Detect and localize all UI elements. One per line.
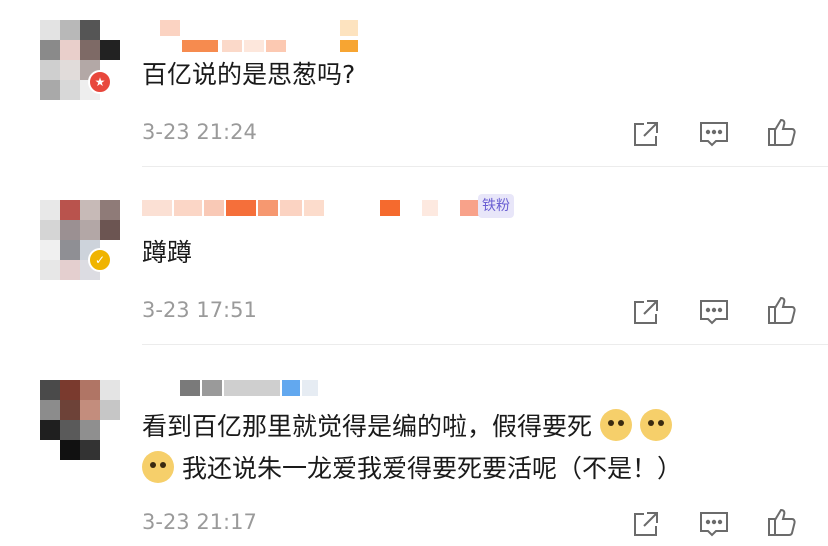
doge-emoji [599, 409, 632, 441]
verified-badge-icon: ✓ [88, 248, 112, 272]
comment-text-line: 看到百亿那里就觉得是编的啦，假得要死 [142, 412, 593, 441]
divider [142, 166, 828, 167]
divider [142, 344, 828, 345]
like-icon [768, 296, 796, 324]
comment-text: 我还说朱一龙爱我爱得要死要活呢（不是！） [142, 450, 682, 488]
reply-button[interactable] [698, 296, 730, 328]
fan-badge: 铁粉 [478, 194, 514, 218]
like-icon [768, 508, 796, 536]
comment-time: 3-23 17:51 [142, 298, 257, 322]
like-button[interactable] [766, 506, 798, 538]
comment-time: 3-23 21:24 [142, 120, 257, 144]
like-icon [768, 118, 796, 146]
share-button[interactable] [630, 508, 662, 540]
like-button[interactable] [766, 116, 798, 148]
username-masked[interactable] [142, 200, 482, 216]
username-masked[interactable] [142, 20, 362, 52]
doge-emoji [142, 451, 174, 483]
reply-button[interactable] [698, 508, 730, 540]
reply-button[interactable] [698, 118, 730, 150]
verified-badge-icon: ★ [88, 70, 112, 94]
comment-icon [700, 512, 728, 537]
comment-icon [700, 122, 728, 147]
comment-text: 百亿说的是思葱吗? [142, 60, 356, 89]
comment-icon [700, 300, 728, 325]
avatar[interactable] [40, 380, 120, 460]
comment-time: 3-23 21:17 [142, 510, 257, 534]
share-button[interactable] [630, 296, 662, 328]
comment-text: 蹲蹲 [142, 238, 193, 267]
comment-text-line: 我还说朱一龙爱我爱得要死要活呢（不是！） [181, 454, 682, 483]
share-button[interactable] [630, 118, 662, 150]
share-icon [634, 512, 658, 536]
comment-text: 看到百亿那里就觉得是编的啦，假得要死 [142, 408, 672, 446]
doge-emoji [639, 409, 672, 441]
like-button[interactable] [766, 294, 798, 326]
share-icon [634, 300, 658, 324]
share-icon [634, 122, 658, 146]
username-masked[interactable] [142, 380, 322, 396]
